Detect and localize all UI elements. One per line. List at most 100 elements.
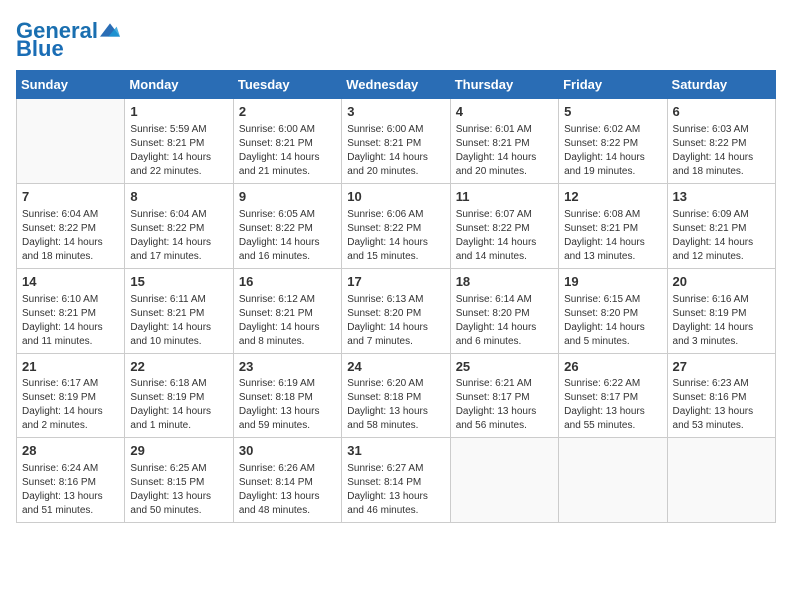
day-number: 14 (22, 273, 119, 292)
day-info: Sunrise: 6:08 AM Sunset: 8:21 PM Dayligh… (564, 208, 661, 264)
day-number: 16 (239, 273, 336, 292)
calendar-cell: 30Sunrise: 6:26 AM Sunset: 8:14 PM Dayli… (233, 438, 341, 523)
day-header-monday: Monday (125, 71, 233, 99)
day-header-saturday: Saturday (667, 71, 775, 99)
logo-text-blue: Blue (16, 38, 64, 60)
day-info: Sunrise: 6:15 AM Sunset: 8:20 PM Dayligh… (564, 293, 661, 349)
calendar-week-row: 7 Sunrise: 6:04 AM Sunset: 8:22 PM Daylig… (17, 183, 776, 268)
day-number: 20 (673, 273, 770, 292)
day-info: Sunrise: 5:59 AM Sunset: 8:21 PM Dayligh… (130, 123, 227, 179)
day-info: Sunrise: 6:12 AM Sunset: 8:21 PM Dayligh… (239, 293, 336, 349)
day-number: 23 (239, 358, 336, 377)
day-number: 6 (673, 103, 770, 122)
calendar-cell: 14Sunrise: 6:10 AM Sunset: 8:21 PM Dayli… (17, 268, 125, 353)
day-info: Sunrise: 6:11 AM Sunset: 8:21 PM Dayligh… (130, 293, 227, 349)
calendar-week-row: 28Sunrise: 6:24 AM Sunset: 8:16 PM Dayli… (17, 438, 776, 523)
day-info: Sunrise: 6:00 AM Sunset: 8:21 PM Dayligh… (347, 123, 444, 179)
calendar-week-row: 21Sunrise: 6:17 AM Sunset: 8:19 PM Dayli… (17, 353, 776, 438)
calendar-cell: 26Sunrise: 6:22 AM Sunset: 8:17 PM Dayli… (559, 353, 667, 438)
calendar-header-row: SundayMondayTuesdayWednesdayThursdayFrid… (17, 71, 776, 99)
day-info: Sunrise: 6:01 AM Sunset: 8:21 PM Dayligh… (456, 123, 553, 179)
calendar-cell: 8Sunrise: 6:04 AM Sunset: 8:22 PM Daylig… (125, 183, 233, 268)
day-info: Sunrise: 6:17 AM Sunset: 8:19 PM Dayligh… (22, 377, 119, 433)
calendar-cell: 3Sunrise: 6:00 AM Sunset: 8:21 PM Daylig… (342, 99, 450, 184)
day-number: 5 (564, 103, 661, 122)
day-info: Sunrise: 6:07 AM Sunset: 8:22 PM Dayligh… (456, 208, 553, 264)
day-info: Sunrise: 6:24 AM Sunset: 8:16 PM Dayligh… (22, 462, 119, 518)
calendar-cell: 5Sunrise: 6:02 AM Sunset: 8:22 PM Daylig… (559, 99, 667, 184)
day-info: Sunrise: 6:02 AM Sunset: 8:22 PM Dayligh… (564, 123, 661, 179)
day-info: Sunrise: 6:13 AM Sunset: 8:20 PM Dayligh… (347, 293, 444, 349)
day-number: 18 (456, 273, 553, 292)
day-info: Sunrise: 6:22 AM Sunset: 8:17 PM Dayligh… (564, 377, 661, 433)
day-info: Sunrise: 6:03 AM Sunset: 8:22 PM Dayligh… (673, 123, 770, 179)
calendar-cell: 1Sunrise: 5:59 AM Sunset: 8:21 PM Daylig… (125, 99, 233, 184)
day-info: Sunrise: 6:16 AM Sunset: 8:19 PM Dayligh… (673, 293, 770, 349)
calendar-cell: 29Sunrise: 6:25 AM Sunset: 8:15 PM Dayli… (125, 438, 233, 523)
day-info: Sunrise: 6:21 AM Sunset: 8:17 PM Dayligh… (456, 377, 553, 433)
day-info: Sunrise: 6:26 AM Sunset: 8:14 PM Dayligh… (239, 462, 336, 518)
calendar-cell: 31Sunrise: 6:27 AM Sunset: 8:14 PM Dayli… (342, 438, 450, 523)
day-info: Sunrise: 6:04 AM Sunset: 8:22 PM Dayligh… (130, 208, 227, 264)
day-number: 24 (347, 358, 444, 377)
day-info: Sunrise: 6:05 AM Sunset: 8:22 PM Dayligh… (239, 208, 336, 264)
day-number: 26 (564, 358, 661, 377)
day-number: 1 (130, 103, 227, 122)
day-info: Sunrise: 6:06 AM Sunset: 8:22 PM Dayligh… (347, 208, 444, 264)
day-number: 15 (130, 273, 227, 292)
day-number: 8 (130, 188, 227, 207)
day-number: 7 (22, 188, 119, 207)
calendar-cell: 15Sunrise: 6:11 AM Sunset: 8:21 PM Dayli… (125, 268, 233, 353)
calendar-cell: 18Sunrise: 6:14 AM Sunset: 8:20 PM Dayli… (450, 268, 558, 353)
logo: General Blue (16, 20, 120, 60)
day-header-friday: Friday (559, 71, 667, 99)
calendar-cell: 27Sunrise: 6:23 AM Sunset: 8:16 PM Dayli… (667, 353, 775, 438)
day-number: 4 (456, 103, 553, 122)
day-info: Sunrise: 6:00 AM Sunset: 8:21 PM Dayligh… (239, 123, 336, 179)
calendar-cell (450, 438, 558, 523)
calendar-cell: 7Sunrise: 6:04 AM Sunset: 8:22 PM Daylig… (17, 183, 125, 268)
header: General Blue (16, 16, 776, 60)
day-number: 25 (456, 358, 553, 377)
day-number: 3 (347, 103, 444, 122)
logo-icon (100, 23, 120, 37)
calendar-cell: 22Sunrise: 6:18 AM Sunset: 8:19 PM Dayli… (125, 353, 233, 438)
day-info: Sunrise: 6:25 AM Sunset: 8:15 PM Dayligh… (130, 462, 227, 518)
day-number: 11 (456, 188, 553, 207)
calendar-week-row: 1Sunrise: 5:59 AM Sunset: 8:21 PM Daylig… (17, 99, 776, 184)
day-header-wednesday: Wednesday (342, 71, 450, 99)
day-info: Sunrise: 6:23 AM Sunset: 8:16 PM Dayligh… (673, 377, 770, 433)
day-number: 10 (347, 188, 444, 207)
day-info: Sunrise: 6:09 AM Sunset: 8:21 PM Dayligh… (673, 208, 770, 264)
day-info: Sunrise: 6:20 AM Sunset: 8:18 PM Dayligh… (347, 377, 444, 433)
calendar-cell (667, 438, 775, 523)
calendar-cell: 13Sunrise: 6:09 AM Sunset: 8:21 PM Dayli… (667, 183, 775, 268)
day-info: Sunrise: 6:19 AM Sunset: 8:18 PM Dayligh… (239, 377, 336, 433)
day-number: 13 (673, 188, 770, 207)
calendar-cell: 24Sunrise: 6:20 AM Sunset: 8:18 PM Dayli… (342, 353, 450, 438)
calendar-cell: 25Sunrise: 6:21 AM Sunset: 8:17 PM Dayli… (450, 353, 558, 438)
day-number: 31 (347, 442, 444, 461)
day-number: 2 (239, 103, 336, 122)
day-number: 29 (130, 442, 227, 461)
calendar-cell: 16Sunrise: 6:12 AM Sunset: 8:21 PM Dayli… (233, 268, 341, 353)
day-header-sunday: Sunday (17, 71, 125, 99)
calendar-cell: 17Sunrise: 6:13 AM Sunset: 8:20 PM Dayli… (342, 268, 450, 353)
calendar-cell: 6Sunrise: 6:03 AM Sunset: 8:22 PM Daylig… (667, 99, 775, 184)
day-info: Sunrise: 6:27 AM Sunset: 8:14 PM Dayligh… (347, 462, 444, 518)
calendar-cell: 10Sunrise: 6:06 AM Sunset: 8:22 PM Dayli… (342, 183, 450, 268)
day-header-thursday: Thursday (450, 71, 558, 99)
calendar-cell: 20Sunrise: 6:16 AM Sunset: 8:19 PM Dayli… (667, 268, 775, 353)
day-number: 17 (347, 273, 444, 292)
calendar-cell: 9Sunrise: 6:05 AM Sunset: 8:22 PM Daylig… (233, 183, 341, 268)
calendar-cell: 21Sunrise: 6:17 AM Sunset: 8:19 PM Dayli… (17, 353, 125, 438)
day-header-tuesday: Tuesday (233, 71, 341, 99)
calendar-cell: 19Sunrise: 6:15 AM Sunset: 8:20 PM Dayli… (559, 268, 667, 353)
day-info: Sunrise: 6:14 AM Sunset: 8:20 PM Dayligh… (456, 293, 553, 349)
calendar-cell: 28Sunrise: 6:24 AM Sunset: 8:16 PM Dayli… (17, 438, 125, 523)
day-number: 22 (130, 358, 227, 377)
day-number: 12 (564, 188, 661, 207)
calendar-cell: 11Sunrise: 6:07 AM Sunset: 8:22 PM Dayli… (450, 183, 558, 268)
calendar-cell: 4Sunrise: 6:01 AM Sunset: 8:21 PM Daylig… (450, 99, 558, 184)
calendar-cell (559, 438, 667, 523)
